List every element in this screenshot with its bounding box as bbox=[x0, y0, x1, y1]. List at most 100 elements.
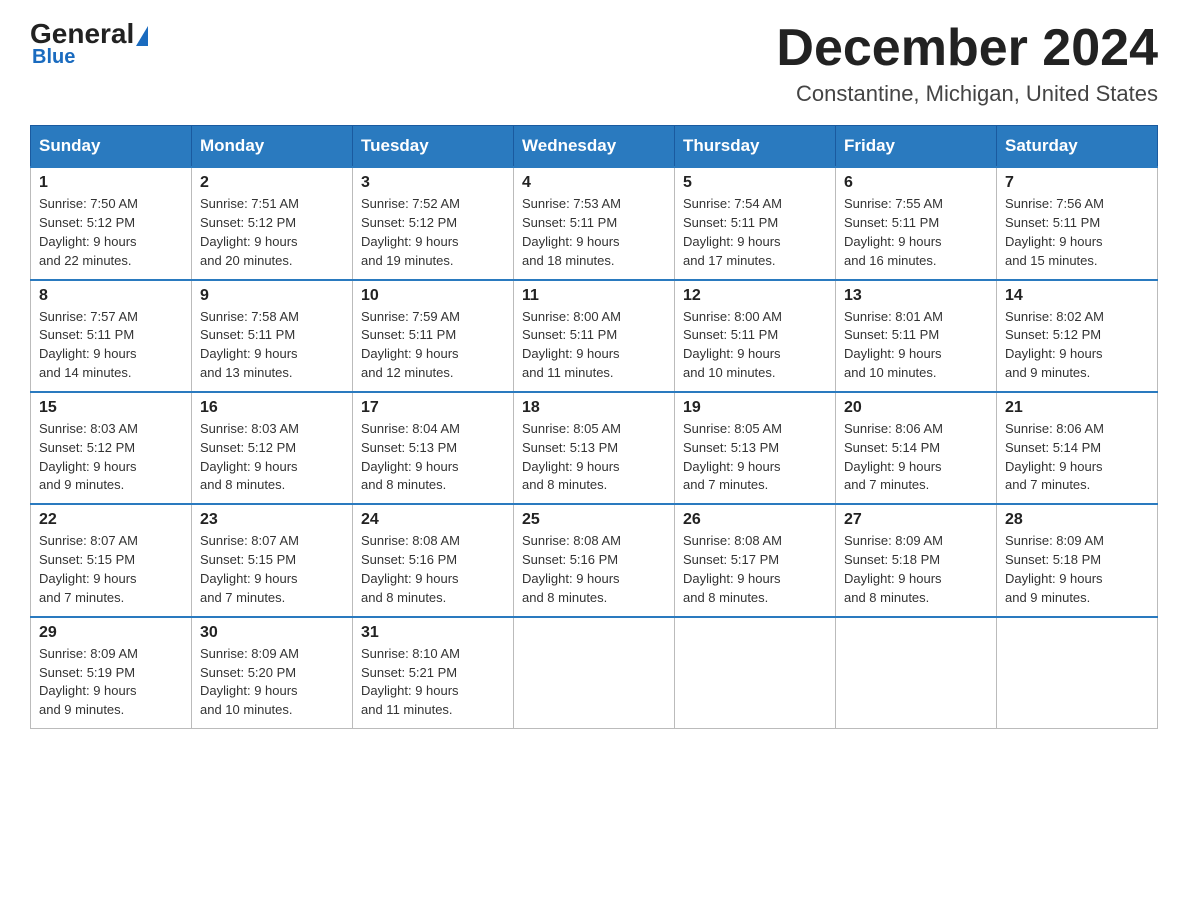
day-number: 8 bbox=[39, 287, 183, 305]
day-info: Sunrise: 8:06 AMSunset: 5:14 PMDaylight:… bbox=[844, 420, 988, 495]
calendar-cell bbox=[675, 617, 836, 729]
calendar-cell: 9 Sunrise: 7:58 AMSunset: 5:11 PMDayligh… bbox=[192, 280, 353, 392]
calendar-cell: 5 Sunrise: 7:54 AMSunset: 5:11 PMDayligh… bbox=[675, 167, 836, 279]
calendar-cell: 21 Sunrise: 8:06 AMSunset: 5:14 PMDaylig… bbox=[997, 392, 1158, 504]
day-info: Sunrise: 8:05 AMSunset: 5:13 PMDaylight:… bbox=[522, 420, 666, 495]
day-info: Sunrise: 8:09 AMSunset: 5:19 PMDaylight:… bbox=[39, 645, 183, 720]
day-number: 10 bbox=[361, 287, 505, 305]
calendar-cell: 4 Sunrise: 7:53 AMSunset: 5:11 PMDayligh… bbox=[514, 167, 675, 279]
day-info: Sunrise: 8:03 AMSunset: 5:12 PMDaylight:… bbox=[200, 420, 344, 495]
calendar-cell: 10 Sunrise: 7:59 AMSunset: 5:11 PMDaylig… bbox=[353, 280, 514, 392]
day-number: 30 bbox=[200, 624, 344, 642]
day-info: Sunrise: 7:56 AMSunset: 5:11 PMDaylight:… bbox=[1005, 195, 1149, 270]
day-info: Sunrise: 7:58 AMSunset: 5:11 PMDaylight:… bbox=[200, 308, 344, 383]
calendar-cell: 8 Sunrise: 7:57 AMSunset: 5:11 PMDayligh… bbox=[31, 280, 192, 392]
calendar-cell: 25 Sunrise: 8:08 AMSunset: 5:16 PMDaylig… bbox=[514, 504, 675, 616]
day-number: 18 bbox=[522, 399, 666, 417]
subtitle: Constantine, Michigan, United States bbox=[776, 81, 1158, 107]
col-sunday: Sunday bbox=[31, 126, 192, 168]
day-info: Sunrise: 8:08 AMSunset: 5:16 PMDaylight:… bbox=[522, 532, 666, 607]
day-info: Sunrise: 8:05 AMSunset: 5:13 PMDaylight:… bbox=[683, 420, 827, 495]
day-info: Sunrise: 8:07 AMSunset: 5:15 PMDaylight:… bbox=[39, 532, 183, 607]
day-info: Sunrise: 8:06 AMSunset: 5:14 PMDaylight:… bbox=[1005, 420, 1149, 495]
day-number: 11 bbox=[522, 287, 666, 305]
day-number: 26 bbox=[683, 511, 827, 529]
day-number: 21 bbox=[1005, 399, 1149, 417]
day-info: Sunrise: 8:07 AMSunset: 5:15 PMDaylight:… bbox=[200, 532, 344, 607]
day-info: Sunrise: 8:02 AMSunset: 5:12 PMDaylight:… bbox=[1005, 308, 1149, 383]
logo: General Blue bbox=[30, 20, 148, 69]
calendar-header-row: Sunday Monday Tuesday Wednesday Thursday… bbox=[31, 126, 1158, 168]
calendar-cell: 22 Sunrise: 8:07 AMSunset: 5:15 PMDaylig… bbox=[31, 504, 192, 616]
calendar-cell: 19 Sunrise: 8:05 AMSunset: 5:13 PMDaylig… bbox=[675, 392, 836, 504]
calendar-cell bbox=[997, 617, 1158, 729]
page-header: General Blue December 2024 Constantine, … bbox=[30, 20, 1158, 107]
calendar-cell: 15 Sunrise: 8:03 AMSunset: 5:12 PMDaylig… bbox=[31, 392, 192, 504]
day-info: Sunrise: 7:54 AMSunset: 5:11 PMDaylight:… bbox=[683, 195, 827, 270]
week-row-3: 15 Sunrise: 8:03 AMSunset: 5:12 PMDaylig… bbox=[31, 392, 1158, 504]
day-info: Sunrise: 7:53 AMSunset: 5:11 PMDaylight:… bbox=[522, 195, 666, 270]
day-number: 19 bbox=[683, 399, 827, 417]
day-number: 28 bbox=[1005, 511, 1149, 529]
week-row-5: 29 Sunrise: 8:09 AMSunset: 5:19 PMDaylig… bbox=[31, 617, 1158, 729]
day-number: 29 bbox=[39, 624, 183, 642]
calendar-cell: 13 Sunrise: 8:01 AMSunset: 5:11 PMDaylig… bbox=[836, 280, 997, 392]
calendar-cell: 16 Sunrise: 8:03 AMSunset: 5:12 PMDaylig… bbox=[192, 392, 353, 504]
calendar-cell: 20 Sunrise: 8:06 AMSunset: 5:14 PMDaylig… bbox=[836, 392, 997, 504]
day-info: Sunrise: 7:51 AMSunset: 5:12 PMDaylight:… bbox=[200, 195, 344, 270]
day-info: Sunrise: 8:08 AMSunset: 5:16 PMDaylight:… bbox=[361, 532, 505, 607]
day-info: Sunrise: 8:10 AMSunset: 5:21 PMDaylight:… bbox=[361, 645, 505, 720]
day-info: Sunrise: 7:57 AMSunset: 5:11 PMDaylight:… bbox=[39, 308, 183, 383]
day-info: Sunrise: 8:00 AMSunset: 5:11 PMDaylight:… bbox=[522, 308, 666, 383]
calendar-cell: 28 Sunrise: 8:09 AMSunset: 5:18 PMDaylig… bbox=[997, 504, 1158, 616]
day-info: Sunrise: 8:09 AMSunset: 5:18 PMDaylight:… bbox=[1005, 532, 1149, 607]
col-saturday: Saturday bbox=[997, 126, 1158, 168]
col-monday: Monday bbox=[192, 126, 353, 168]
day-info: Sunrise: 7:50 AMSunset: 5:12 PMDaylight:… bbox=[39, 195, 183, 270]
col-wednesday: Wednesday bbox=[514, 126, 675, 168]
day-number: 9 bbox=[200, 287, 344, 305]
calendar-table: Sunday Monday Tuesday Wednesday Thursday… bbox=[30, 125, 1158, 729]
calendar-cell bbox=[836, 617, 997, 729]
day-info: Sunrise: 8:09 AMSunset: 5:20 PMDaylight:… bbox=[200, 645, 344, 720]
title-area: December 2024 Constantine, Michigan, Uni… bbox=[776, 20, 1158, 107]
day-info: Sunrise: 8:09 AMSunset: 5:18 PMDaylight:… bbox=[844, 532, 988, 607]
calendar-cell: 11 Sunrise: 8:00 AMSunset: 5:11 PMDaylig… bbox=[514, 280, 675, 392]
day-number: 7 bbox=[1005, 174, 1149, 192]
day-number: 14 bbox=[1005, 287, 1149, 305]
day-number: 6 bbox=[844, 174, 988, 192]
calendar-cell: 31 Sunrise: 8:10 AMSunset: 5:21 PMDaylig… bbox=[353, 617, 514, 729]
day-number: 5 bbox=[683, 174, 827, 192]
day-info: Sunrise: 8:01 AMSunset: 5:11 PMDaylight:… bbox=[844, 308, 988, 383]
day-number: 27 bbox=[844, 511, 988, 529]
day-info: Sunrise: 8:04 AMSunset: 5:13 PMDaylight:… bbox=[361, 420, 505, 495]
col-thursday: Thursday bbox=[675, 126, 836, 168]
day-number: 20 bbox=[844, 399, 988, 417]
day-info: Sunrise: 8:03 AMSunset: 5:12 PMDaylight:… bbox=[39, 420, 183, 495]
day-number: 23 bbox=[200, 511, 344, 529]
day-number: 16 bbox=[200, 399, 344, 417]
calendar-cell: 24 Sunrise: 8:08 AMSunset: 5:16 PMDaylig… bbox=[353, 504, 514, 616]
calendar-cell: 23 Sunrise: 8:07 AMSunset: 5:15 PMDaylig… bbox=[192, 504, 353, 616]
calendar-cell: 1 Sunrise: 7:50 AMSunset: 5:12 PMDayligh… bbox=[31, 167, 192, 279]
col-friday: Friday bbox=[836, 126, 997, 168]
day-number: 15 bbox=[39, 399, 183, 417]
week-row-4: 22 Sunrise: 8:07 AMSunset: 5:15 PMDaylig… bbox=[31, 504, 1158, 616]
calendar-cell: 3 Sunrise: 7:52 AMSunset: 5:12 PMDayligh… bbox=[353, 167, 514, 279]
day-number: 3 bbox=[361, 174, 505, 192]
calendar-cell: 27 Sunrise: 8:09 AMSunset: 5:18 PMDaylig… bbox=[836, 504, 997, 616]
logo-blue-text: Blue bbox=[32, 46, 75, 69]
day-number: 12 bbox=[683, 287, 827, 305]
logo-triangle-icon bbox=[136, 26, 148, 46]
calendar-cell: 2 Sunrise: 7:51 AMSunset: 5:12 PMDayligh… bbox=[192, 167, 353, 279]
day-number: 1 bbox=[39, 174, 183, 192]
day-number: 2 bbox=[200, 174, 344, 192]
calendar-cell: 30 Sunrise: 8:09 AMSunset: 5:20 PMDaylig… bbox=[192, 617, 353, 729]
calendar-cell: 7 Sunrise: 7:56 AMSunset: 5:11 PMDayligh… bbox=[997, 167, 1158, 279]
logo-general-text: General bbox=[30, 20, 134, 48]
calendar-cell: 26 Sunrise: 8:08 AMSunset: 5:17 PMDaylig… bbox=[675, 504, 836, 616]
day-number: 17 bbox=[361, 399, 505, 417]
calendar-cell: 29 Sunrise: 8:09 AMSunset: 5:19 PMDaylig… bbox=[31, 617, 192, 729]
day-number: 25 bbox=[522, 511, 666, 529]
calendar-cell: 12 Sunrise: 8:00 AMSunset: 5:11 PMDaylig… bbox=[675, 280, 836, 392]
